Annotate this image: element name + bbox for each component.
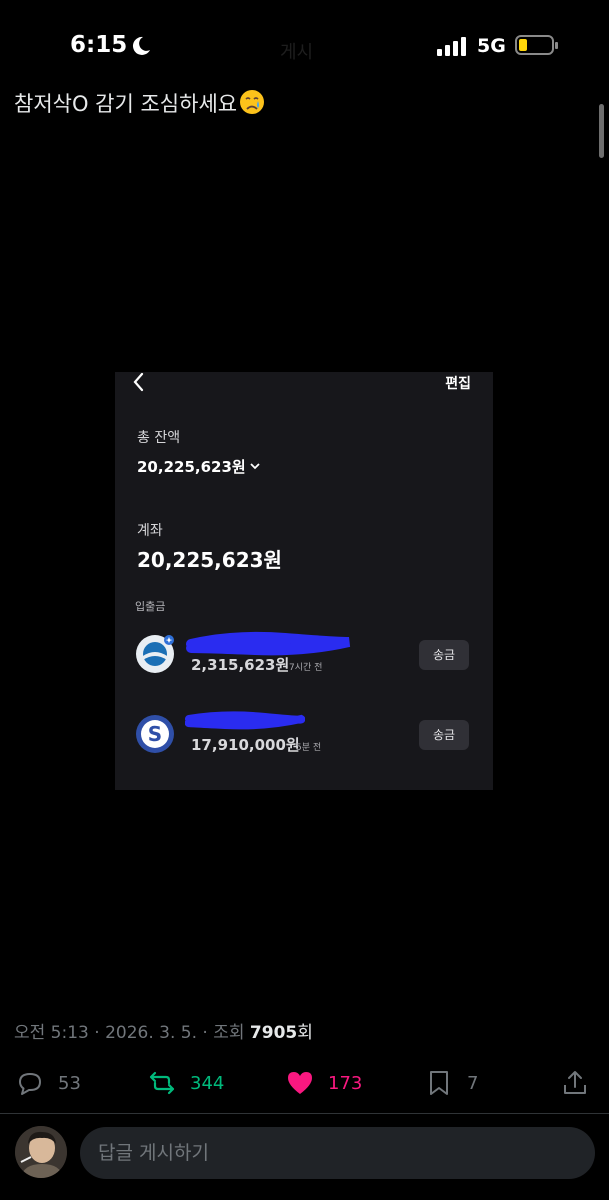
signal-icon bbox=[437, 37, 466, 56]
post-body: 참저삭O 감기 조심하세요 bbox=[14, 92, 238, 116]
view-count[interactable]: 7905 bbox=[250, 1023, 297, 1043]
meta-separator: · bbox=[197, 1023, 214, 1043]
header-title: 게시 bbox=[280, 42, 314, 63]
network-label: 5G bbox=[477, 35, 506, 57]
retweet-button[interactable]: 344 bbox=[148, 1066, 224, 1100]
bookmark-icon bbox=[430, 1071, 448, 1095]
send-money-button[interactable]: 송금 bbox=[419, 640, 469, 670]
reply-count: 53 bbox=[58, 1072, 81, 1094]
scrollbar-thumb[interactable] bbox=[599, 104, 604, 158]
bookmark-button[interactable]: 7 bbox=[425, 1066, 478, 1100]
bookmark-count: 7 bbox=[467, 1072, 479, 1094]
section-label: 입출금 bbox=[135, 600, 166, 613]
edit-label: 편집 bbox=[445, 376, 471, 392]
meta-separator: · bbox=[88, 1023, 106, 1043]
list-item: 2,315,623원 7시간 전 송금 bbox=[115, 630, 493, 680]
retweet-count: 344 bbox=[190, 1072, 225, 1094]
reply-input[interactable]: 답글 게시하기 bbox=[80, 1127, 595, 1179]
bank-logo-icon bbox=[136, 635, 174, 673]
moon-icon bbox=[132, 36, 150, 55]
avatar[interactable] bbox=[15, 1126, 67, 1178]
account-balance: 17,910,000원 bbox=[191, 736, 300, 754]
total-balance-amount: 20,225,623원 bbox=[137, 458, 246, 476]
like-count: 173 bbox=[328, 1072, 363, 1094]
share-button[interactable] bbox=[561, 1066, 589, 1100]
total-balance-label: 총 잔액 bbox=[137, 430, 181, 446]
account-label: 계좌 bbox=[137, 523, 163, 539]
crying-face-emoji-icon bbox=[239, 89, 265, 120]
post-date: 2026. 3. 5. bbox=[105, 1023, 197, 1043]
post-meta: 오전 5:13 · 2026. 3. 5. · 조회 7905회 bbox=[14, 1018, 313, 1043]
divider bbox=[0, 1113, 609, 1114]
status-bar: 게시 6:15 5G bbox=[0, 0, 609, 90]
account-updated-time: 7시간 전 bbox=[289, 663, 323, 673]
battery-icon bbox=[515, 35, 558, 55]
post-text: 참저삭O 감기 조심하세요 bbox=[14, 88, 265, 120]
attached-image[interactable]: 편집 총 잔액 20,225,623원 계좌 20,225,623원 입출금 2… bbox=[115, 372, 493, 790]
bank-logo-icon: S bbox=[136, 715, 174, 753]
back-arrow-icon bbox=[133, 372, 144, 392]
status-time: 6:15 bbox=[70, 32, 128, 58]
reply-button[interactable]: 53 bbox=[16, 1066, 81, 1100]
post-time: 오전 5:13 bbox=[14, 1023, 89, 1043]
views-prefix: 조회 bbox=[213, 1023, 245, 1043]
views-suffix: 회 bbox=[297, 1023, 313, 1043]
share-icon bbox=[564, 1071, 586, 1094]
chevron-down-icon bbox=[250, 463, 260, 470]
account-updated-time: 5분 전 bbox=[296, 743, 322, 753]
list-item: S 17,910,000원 5분 전 송금 bbox=[115, 710, 493, 760]
account-amount: 20,225,623원 bbox=[137, 548, 282, 572]
send-money-button[interactable]: 송금 bbox=[419, 720, 469, 750]
svg-text:S: S bbox=[148, 722, 162, 746]
account-balance: 2,315,623원 bbox=[191, 656, 290, 674]
like-button[interactable]: 173 bbox=[286, 1066, 362, 1100]
heart-icon bbox=[288, 1072, 312, 1094]
retweet-icon bbox=[149, 1071, 175, 1095]
redaction-scribble bbox=[185, 711, 305, 730]
reply-icon bbox=[19, 1073, 41, 1095]
